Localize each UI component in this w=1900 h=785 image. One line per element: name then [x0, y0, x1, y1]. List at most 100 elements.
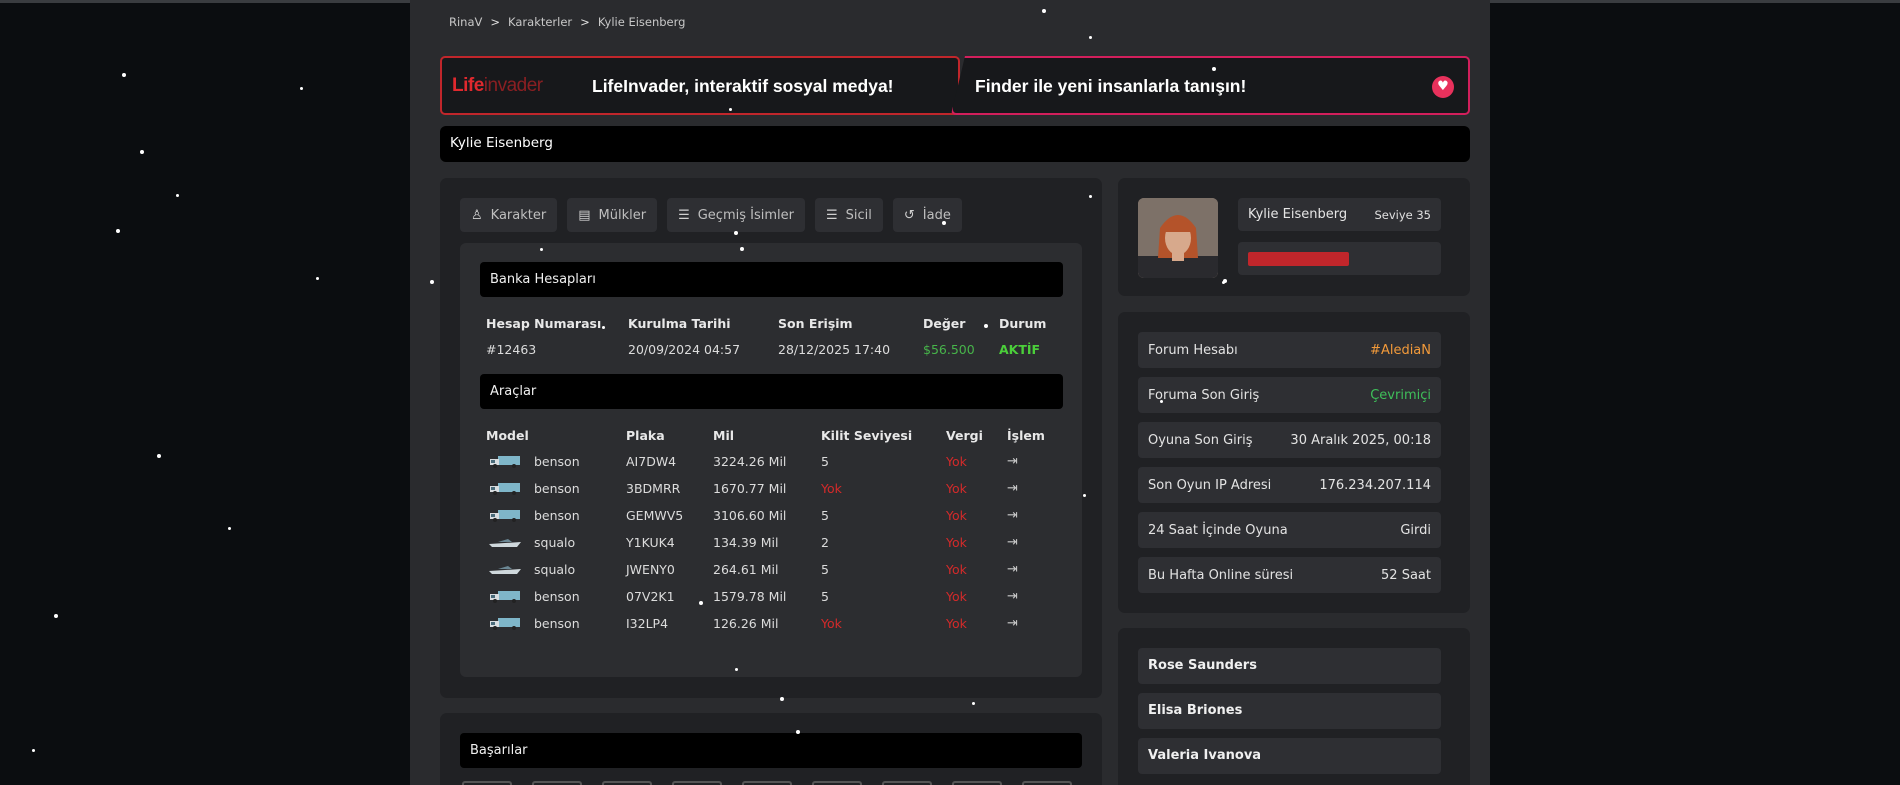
last-access: 28/12/2025 17:40: [778, 342, 891, 357]
tab-karakter[interactable]: ♙ Karakter: [460, 198, 558, 232]
vehicle-plate: 07V2K1: [626, 589, 675, 604]
info-row: Son Oyun IP Adresi 176.234.207.114: [1138, 467, 1441, 503]
snowflake: [300, 87, 303, 90]
vehicle-plate: Y1KUK4: [626, 535, 675, 550]
breadcrumb-separator: >: [490, 15, 501, 29]
achievement-slot[interactable]: [672, 781, 722, 785]
table-row: #12463 20/09/2024 04:57 28/12/2025 17:40…: [486, 336, 1059, 363]
vehicle-image: [486, 535, 534, 550]
vehicle-tax: Yok: [946, 535, 967, 550]
vehicle-mileage: 126.26 Mil: [713, 616, 779, 631]
vehicle-lock-level: 5: [821, 508, 829, 523]
bank-table: Hesap Numarası Kurulma Tarihi Son Erişim…: [486, 310, 1059, 363]
vehicle-model: squalo: [486, 529, 626, 556]
created-date: 20/09/2024 04:57: [628, 342, 741, 357]
vehicle-tax: Yok: [946, 562, 967, 577]
vehicle-model: benson: [486, 475, 626, 502]
achievement-slot[interactable]: [952, 781, 1002, 785]
sign-in-icon[interactable]: ⇥: [1007, 583, 1057, 610]
achievement-slot[interactable]: [532, 781, 582, 785]
vehicle-model: benson: [486, 610, 626, 637]
breadcrumb-item[interactable]: Karakterler: [508, 15, 572, 29]
vehicle-plate: AI7DW4: [626, 454, 677, 469]
lifeinvader-banner[interactable]: Lifeinvader LifeInvader, interaktif sosy…: [440, 56, 960, 115]
tab-mulkler[interactable]: ▤ Mülkler: [567, 198, 658, 232]
snowflake: [116, 229, 120, 233]
page-container: RinaV > Karakterler > Kylie Eisenberg Li…: [410, 0, 1490, 785]
achievement-slot[interactable]: [742, 781, 792, 785]
column-header: Son Erişim: [778, 315, 853, 331]
snowflake: [984, 324, 988, 328]
vehicle-image: [486, 562, 534, 577]
column-header: İşlem: [1007, 427, 1045, 443]
snowflake: [430, 280, 434, 284]
snowflake: [1222, 281, 1225, 284]
snowflake: [735, 668, 738, 671]
table-row: benson AI7DW4 3224.26 Mil 5 Yok ⇥: [486, 448, 1057, 475]
account-info-card: Forum Hesabı #AlediaN Foruma Son Giriş Çev…: [1118, 312, 1470, 613]
forum-account-link[interactable]: #AlediaN: [1370, 343, 1431, 358]
vehicle-model: benson: [486, 448, 626, 475]
vehicle-tax: Yok: [946, 481, 967, 496]
table-row: squalo JWENY0 264.61 Mil 5 Yok ⇥: [486, 556, 1057, 583]
vehicle-model: squalo: [486, 556, 626, 583]
sign-in-icon[interactable]: ⇥: [1007, 448, 1057, 475]
snowflake: [32, 749, 35, 752]
column-header: Hesap Numarası: [486, 315, 602, 331]
user-icon: ♙: [471, 207, 483, 223]
table-row: benson 3BDMRR 1670.77 Mil Yok Yok ⇥: [486, 475, 1057, 502]
achievements-card: Başarılar: [440, 713, 1102, 785]
sign-in-icon[interactable]: ⇥: [1007, 502, 1057, 529]
snowflake: [1212, 67, 1216, 71]
character-link[interactable]: Elisa Briones: [1138, 693, 1441, 729]
table-row: squalo Y1KUK4 134.39 Mil 2 Yok ⇥: [486, 529, 1057, 556]
tab-sicil[interactable]: ☰ Sicil: [814, 198, 883, 232]
character-link[interactable]: Valeria Ivanova: [1138, 738, 1441, 774]
health-bar: [1238, 242, 1441, 275]
vehicle-plate: 3BDMRR: [626, 481, 681, 496]
account-value: $56.500: [923, 342, 975, 357]
snowflake: [972, 702, 975, 705]
vehicle-mileage: 134.39 Mil: [713, 535, 779, 550]
sign-in-icon[interactable]: ⇥: [1007, 529, 1057, 556]
achievements-title: Başarılar: [460, 733, 1082, 768]
column-header: Plaka: [626, 427, 665, 443]
finder-banner[interactable]: Finder ile yeni insanlarla tanışın! ♥: [951, 56, 1470, 115]
vehicle-tax: Yok: [946, 508, 967, 523]
account-number: #12463: [486, 342, 537, 357]
breadcrumb-item: Kylie Eisenberg: [597, 15, 686, 29]
health-bar-fill: [1248, 252, 1349, 266]
snowflake: [780, 697, 784, 701]
snowflake: [157, 454, 161, 458]
sign-in-icon[interactable]: ⇥: [1007, 556, 1057, 583]
achievement-slot[interactable]: [882, 781, 932, 785]
vehicle-lock-level: 5: [821, 589, 829, 604]
banner-text: LifeInvader, interaktif sosyal medya!: [592, 76, 894, 96]
achievement-slot[interactable]: [812, 781, 862, 785]
snowflake: [540, 248, 543, 251]
sign-in-icon[interactable]: ⇥: [1007, 610, 1057, 637]
profile-card: Kylie Eisenberg Seviye 35: [1118, 178, 1470, 296]
lifeinvader-logo: Lifeinvader: [452, 75, 543, 96]
banner-text: Finder ile yeni insanlarla tanışın!: [975, 76, 1247, 96]
tab-gecmis-isimler[interactable]: ☰ Geçmiş İsimler: [667, 198, 805, 232]
breadcrumb-item[interactable]: RinaV: [449, 15, 482, 29]
vehicle-image: [486, 616, 534, 631]
snowflake: [796, 730, 800, 734]
vehicle-lock-level: Yok: [821, 616, 842, 631]
snowflake: [316, 277, 319, 280]
heart-icon: ♥: [1432, 76, 1454, 98]
column-header: Durum: [999, 315, 1047, 331]
achievement-slot[interactable]: [1022, 781, 1072, 785]
character-link[interactable]: Rose Saunders: [1138, 648, 1441, 684]
snowflake: [942, 221, 946, 225]
tab-content: Banka Hesapları Hesap Numarası Kurulma T…: [460, 243, 1082, 677]
info-row: Oyuna Son Giriş 30 Aralık 2025, 00:18: [1138, 422, 1441, 458]
achievement-slot[interactable]: [602, 781, 652, 785]
document-icon: ▤: [578, 207, 591, 223]
tab-iade[interactable]: ↺ İade: [892, 198, 962, 232]
achievement-slot[interactable]: [462, 781, 512, 785]
snowflake: [122, 73, 126, 77]
vehicle-image: [486, 589, 534, 604]
sign-in-icon[interactable]: ⇥: [1007, 475, 1057, 502]
